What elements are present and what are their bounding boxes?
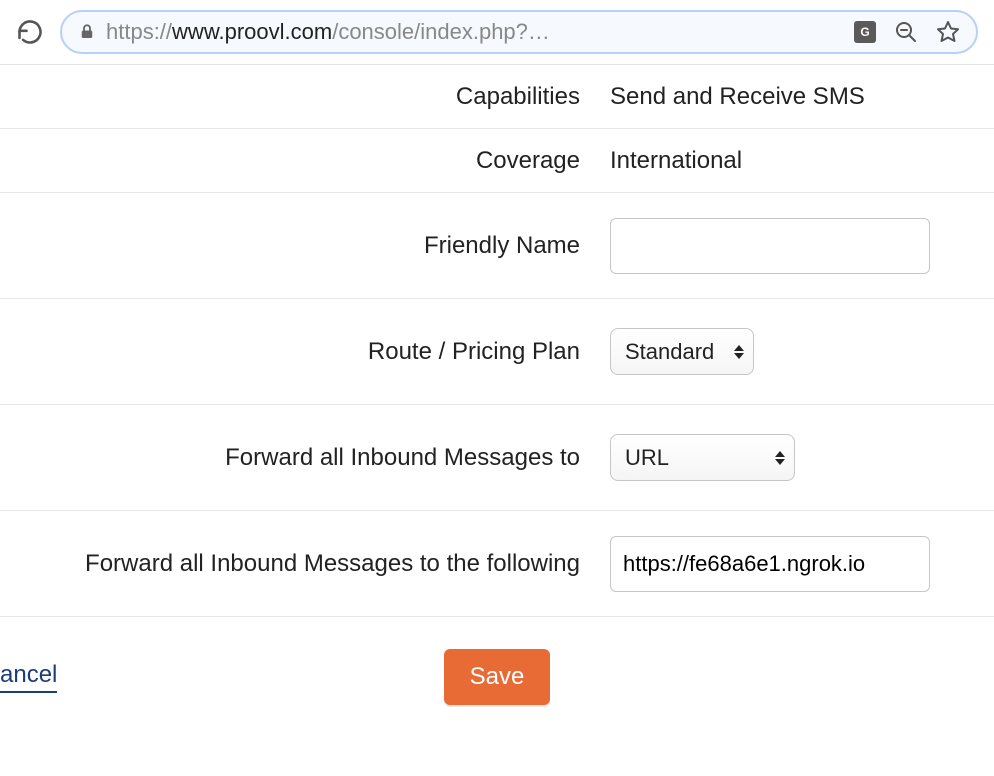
capabilities-label: Capabilities <box>20 83 610 111</box>
friendly-name-label: Friendly Name <box>20 232 610 260</box>
settings-form: Capabilities Send and Receive SMS Covera… <box>0 64 994 737</box>
capabilities-value: Send and Receive SMS <box>610 83 865 111</box>
address-bar[interactable]: https://www.proovl.com/console/index.php… <box>60 10 978 54</box>
friendly-name-input[interactable] <box>610 218 930 274</box>
url-path: /console/index.php?… <box>332 19 550 44</box>
coverage-value: International <box>610 147 742 175</box>
url-host: www.proovl.com <box>172 19 332 44</box>
forward-url-label: Forward all Inbound Messages to the foll… <box>20 550 610 578</box>
reload-icon[interactable] <box>16 18 44 46</box>
route-select[interactable]: Standard <box>610 328 754 375</box>
row-route: Route / Pricing Plan Standard <box>0 299 994 405</box>
row-capabilities: Capabilities Send and Receive SMS <box>0 65 994 129</box>
cancel-link[interactable]: ancel <box>0 661 57 693</box>
forward-url-input[interactable] <box>610 536 930 592</box>
coverage-label: Coverage <box>20 147 610 175</box>
zoom-out-icon[interactable] <box>894 20 918 44</box>
row-forward-to: Forward all Inbound Messages to URL <box>0 405 994 511</box>
translate-icon[interactable]: G <box>854 21 876 43</box>
star-icon[interactable] <box>936 20 960 44</box>
action-row: ancel Save <box>0 617 994 737</box>
lock-icon <box>78 23 96 41</box>
url-text: https://www.proovl.com/console/index.php… <box>106 19 550 45</box>
url-protocol: https:// <box>106 19 172 44</box>
row-forward-url: Forward all Inbound Messages to the foll… <box>0 511 994 617</box>
row-friendly-name: Friendly Name <box>0 193 994 299</box>
forward-to-label: Forward all Inbound Messages to <box>20 444 610 472</box>
translate-glyph: G <box>860 25 869 39</box>
save-button[interactable]: Save <box>444 649 551 705</box>
route-label: Route / Pricing Plan <box>20 338 610 366</box>
forward-to-select[interactable]: URL <box>610 434 795 481</box>
row-coverage: Coverage International <box>0 129 994 193</box>
browser-toolbar: https://www.proovl.com/console/index.php… <box>0 0 994 64</box>
address-bar-actions: G <box>854 20 960 44</box>
